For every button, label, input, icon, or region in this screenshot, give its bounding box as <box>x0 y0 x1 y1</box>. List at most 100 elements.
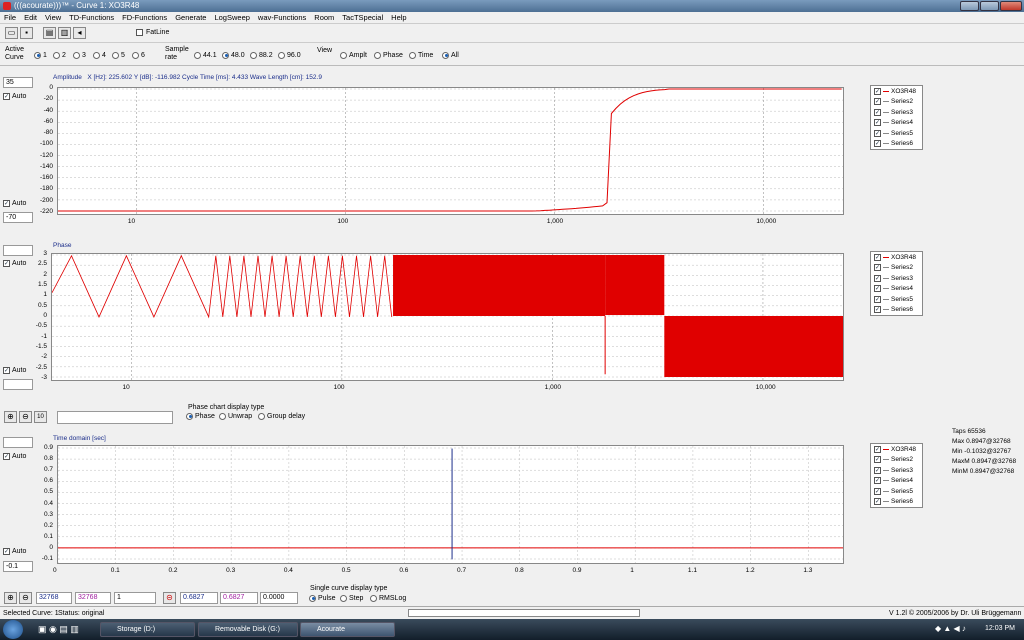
legend-item[interactable]: ✓ XO3R48 <box>871 444 922 455</box>
legend-checkbox[interactable]: ✓ <box>874 456 881 464</box>
time-start-field[interactable]: 32768 <box>36 592 72 604</box>
menu-file[interactable]: File <box>0 12 20 24</box>
menu-tactspecial[interactable]: TacTSpecial <box>338 12 387 24</box>
time-plot[interactable] <box>57 445 844 564</box>
time-delta-field[interactable]: 0.0000 <box>260 592 298 604</box>
legend-checkbox[interactable]: ✓ <box>874 274 881 282</box>
legend-item[interactable]: ✓ Series5 <box>871 294 922 305</box>
zoom-out-icon[interactable]: ⊖ <box>19 411 32 423</box>
curve-radio-5[interactable]: 5 <box>112 44 125 66</box>
legend-checkbox[interactable]: ✓ <box>874 498 881 506</box>
phase-range-field[interactable] <box>57 411 173 424</box>
legend-checkbox[interactable]: ✓ <box>874 98 881 106</box>
menu-wav-functions[interactable]: wav-Functions <box>254 12 310 24</box>
time-cursor2-field[interactable]: 0.6827 <box>220 592 258 604</box>
time-end-field[interactable]: 32768 <box>75 592 111 604</box>
maximize-button[interactable] <box>980 1 999 11</box>
amplitude-auto-top[interactable]: ✓ Auto <box>3 93 26 100</box>
amplitude-plot[interactable] <box>57 87 844 215</box>
time-type-radio-rmslog[interactable]: RMSLog <box>370 589 406 607</box>
amplitude-top-value[interactable]: 35 <box>3 77 33 88</box>
zoom-in-icon[interactable]: ⊕ <box>4 411 17 423</box>
legend-item[interactable]: ✓ Series6 <box>871 305 922 316</box>
task-acourate[interactable]: Acourate <box>300 622 395 637</box>
view-radio-all[interactable]: All <box>442 44 459 66</box>
legend-checkbox[interactable]: ✓ <box>874 466 881 474</box>
view-radio-phase[interactable]: Phase <box>374 44 403 66</box>
legend-item[interactable]: ✓ Series6 <box>871 497 922 508</box>
menu-logsweep[interactable]: LogSweep <box>210 12 253 24</box>
reset-icon[interactable]: ⊝ <box>163 592 176 604</box>
legend-checkbox[interactable]: ✓ <box>874 119 881 127</box>
legend-item[interactable]: ✓ Series6 <box>871 139 922 150</box>
curve-radio-6[interactable]: 6 <box>132 44 145 66</box>
legend-item[interactable]: ✓ Series2 <box>871 97 922 108</box>
rate-radio-88[interactable]: 88.2 <box>250 44 273 66</box>
save-icon[interactable]: ▪ <box>20 27 33 39</box>
delete-icon[interactable]: ▥ <box>58 27 71 39</box>
legend-item[interactable]: ✓ Series4 <box>871 118 922 129</box>
amplitude-bottom-value[interactable]: -70 <box>3 212 33 223</box>
phase-auto-bottom[interactable]: ✓ Auto <box>3 367 26 374</box>
time-zoom-in-icon[interactable]: ⊕ <box>4 592 17 604</box>
legend-checkbox[interactable]: ✓ <box>874 140 881 148</box>
task-storage[interactable]: Storage (D:) <box>100 622 195 637</box>
legend-checkbox[interactable]: ✓ <box>874 306 881 314</box>
menu-view[interactable]: View <box>41 12 65 24</box>
time-cursor1-field[interactable]: 0.6827 <box>180 592 218 604</box>
rate-radio-44[interactable]: 44.1 <box>194 44 217 66</box>
speaker-icon[interactable]: ◂ <box>73 27 86 39</box>
fatline-checkbox[interactable]: FatLine <box>136 29 169 36</box>
legend-checkbox[interactable]: ✓ <box>874 295 881 303</box>
legend-item[interactable]: ✓ Series5 <box>871 128 922 139</box>
legend-checkbox[interactable]: ✓ <box>874 487 881 495</box>
curve-radio-3[interactable]: 3 <box>73 44 86 66</box>
legend-checkbox[interactable]: ✓ <box>874 87 881 95</box>
menu-generate[interactable]: Generate <box>171 12 210 24</box>
curve-radio-1[interactable]: 1 <box>34 44 47 66</box>
legend-item[interactable]: ✓ Series3 <box>871 465 922 476</box>
time-step-field[interactable]: 1 <box>114 592 156 604</box>
minimize-button[interactable] <box>960 1 979 11</box>
legend-checkbox[interactable]: ✓ <box>874 253 881 261</box>
copy-icon[interactable]: ▤ <box>43 27 56 39</box>
time-top-value[interactable] <box>3 437 33 448</box>
legend-checkbox[interactable]: ✓ <box>874 108 881 116</box>
start-button[interactable] <box>3 620 23 639</box>
menu-td-functions[interactable]: TD-Functions <box>65 12 118 24</box>
legend-item[interactable]: ✓ Series5 <box>871 486 922 497</box>
legend-checkbox[interactable]: ✓ <box>874 285 881 293</box>
curve-radio-4[interactable]: 4 <box>93 44 106 66</box>
time-bottom-value[interactable]: -0.1 <box>3 561 33 572</box>
view-radio-amplt[interactable]: Amplt <box>340 44 367 66</box>
legend-item[interactable]: ✓ Series4 <box>871 476 922 487</box>
menu-fd-functions[interactable]: FD-Functions <box>118 12 171 24</box>
menu-edit[interactable]: Edit <box>20 12 41 24</box>
phase-plot[interactable] <box>51 253 844 381</box>
legend-item[interactable]: ✓ Series4 <box>871 284 922 295</box>
task-removable-disk[interactable]: Removable Disk (G:) <box>198 622 298 637</box>
time-type-radio-pulse[interactable]: Pulse <box>309 589 336 607</box>
legend-checkbox[interactable]: ✓ <box>874 264 881 272</box>
legend-checkbox[interactable]: ✓ <box>874 477 881 485</box>
open-icon[interactable]: ▭ <box>5 27 18 39</box>
phase-type-radio-group-delay[interactable]: Group delay <box>258 407 305 425</box>
time-auto-top[interactable]: ✓ Auto <box>3 453 26 460</box>
phase-top-value[interactable] <box>3 245 33 256</box>
legend-item[interactable]: ✓ Series2 <box>871 455 922 466</box>
phase-auto-top[interactable]: ✓ Auto <box>3 260 26 267</box>
time-zoom-out-icon[interactable]: ⊖ <box>19 592 32 604</box>
rate-radio-96[interactable]: 96.0 <box>278 44 301 66</box>
fatline-check[interactable] <box>136 29 143 36</box>
legend-item[interactable]: ✓ XO3R48 <box>871 252 922 263</box>
amplitude-auto-bottom[interactable]: ✓ Auto <box>3 200 26 207</box>
view-radio-time[interactable]: Time <box>409 44 433 66</box>
phase-bottom-value[interactable] <box>3 379 33 390</box>
menu-help[interactable]: Help <box>387 12 410 24</box>
legend-item[interactable]: ✓ Series2 <box>871 263 922 274</box>
curve-radio-2[interactable]: 2 <box>53 44 66 66</box>
legend-item[interactable]: ✓ Series3 <box>871 107 922 118</box>
legend-item[interactable]: ✓ Series3 <box>871 273 922 284</box>
time-type-radio-step[interactable]: Step <box>340 589 363 607</box>
rate-radio-48[interactable]: 48.0 <box>222 44 245 66</box>
